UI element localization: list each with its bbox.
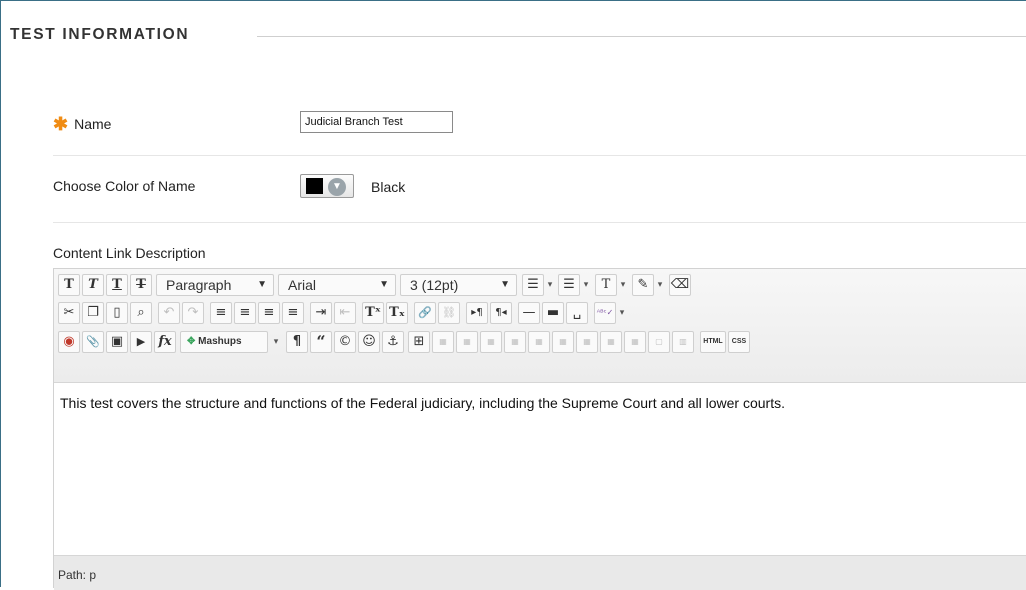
text-color-button[interactable]: T bbox=[595, 274, 617, 296]
element-path: Path: p bbox=[58, 568, 97, 582]
rich-text-editor: T T T T Paragraph ▼ Arial ▼ 3 (12pt) ▼ ☰ ▾ … bbox=[53, 268, 1026, 590]
delete-row-icon[interactable]: ▦ bbox=[552, 331, 574, 353]
css-editor-button[interactable]: CSS bbox=[728, 331, 750, 353]
ltr-button[interactable]: ▸¶ bbox=[466, 302, 488, 324]
font-family-select[interactable]: Arial ▼ bbox=[278, 274, 396, 296]
split-cells-icon[interactable]: ▢ bbox=[648, 331, 670, 353]
page-frame: TEST INFORMATION ✱ Name Choose Color of N… bbox=[0, 0, 1026, 590]
merge-cells-icon[interactable]: ▥ bbox=[672, 331, 694, 353]
insert-column-after-icon[interactable]: ▦ bbox=[600, 331, 622, 353]
paragraph-mark-button[interactable]: ¶ bbox=[286, 331, 308, 353]
blockquote-button[interactable]: “ bbox=[310, 331, 332, 353]
eraser-button[interactable]: ⌫ bbox=[669, 274, 691, 296]
description-label: Content Link Description bbox=[53, 245, 206, 261]
font-size-value: 3 (12pt) bbox=[410, 277, 459, 293]
mashups-label: Mashups bbox=[198, 336, 242, 347]
nonbreaking-space-button[interactable]: ␣ bbox=[566, 302, 588, 324]
insert-table-button[interactable]: ⊞ bbox=[408, 331, 430, 353]
strikethrough-button[interactable]: T bbox=[130, 274, 152, 296]
anchor-button[interactable]: ⚓ bbox=[382, 331, 404, 353]
name-label: Name bbox=[74, 116, 112, 132]
horizontal-rule-button[interactable]: — bbox=[518, 302, 540, 324]
insert-row-before-icon[interactable]: ▦ bbox=[504, 331, 526, 353]
underline-button[interactable]: T bbox=[106, 274, 128, 296]
selected-color-text: Black bbox=[371, 179, 406, 195]
subscript-button[interactable]: Tₓ bbox=[386, 302, 408, 324]
name-label-group: ✱ Name bbox=[53, 113, 111, 134]
row-properties-icon[interactable]: ▦ bbox=[456, 331, 478, 353]
redo-button[interactable]: ↷ bbox=[182, 302, 204, 324]
name-input[interactable] bbox=[300, 111, 453, 133]
name-row: ✱ Name bbox=[53, 111, 1026, 156]
undo-button[interactable]: ↶ bbox=[158, 302, 180, 324]
paragraph-format-select[interactable]: Paragraph ▼ bbox=[156, 274, 274, 296]
math-editor-button[interactable]: fx bbox=[154, 331, 176, 353]
color-swatch bbox=[306, 178, 323, 194]
font-size-select[interactable]: 3 (12pt) ▼ bbox=[400, 274, 517, 296]
cut-button[interactable]: ✂ bbox=[58, 302, 80, 324]
superscript-button[interactable]: Tˣ bbox=[362, 302, 384, 324]
rtl-button[interactable]: ¶◂ bbox=[490, 302, 512, 324]
table-properties-icon[interactable]: ▦ bbox=[432, 331, 454, 353]
section-header: TEST INFORMATION bbox=[1, 25, 1026, 49]
copyright-button[interactable]: © bbox=[334, 331, 356, 353]
record-button[interactable]: ◉ bbox=[58, 331, 80, 353]
text-color-dropdown[interactable]: ▾ bbox=[617, 274, 629, 296]
emoticon-button[interactable]: ☺ bbox=[358, 331, 380, 353]
indent-button[interactable]: ⇥ bbox=[310, 302, 332, 324]
italic-button[interactable]: T bbox=[82, 274, 104, 296]
mashups-icon: ✥ bbox=[187, 336, 196, 347]
align-right-button[interactable]: ≡ bbox=[258, 302, 280, 324]
paragraph-format-value: Paragraph bbox=[166, 277, 232, 293]
insert-media-button[interactable]: ▶ bbox=[130, 331, 152, 353]
find-button[interactable]: ⌕ bbox=[130, 302, 152, 324]
attach-file-button[interactable]: 📎 bbox=[82, 331, 104, 353]
mashups-select[interactable]: ✥ Mashups bbox=[180, 331, 268, 353]
chevron-down-icon: ▼ bbox=[379, 279, 389, 290]
color-row: Choose Color of Name ▼ Black bbox=[53, 166, 1026, 223]
editor-toolbar: T T T T Paragraph ▼ Arial ▼ 3 (12pt) ▼ ☰ ▾ … bbox=[54, 269, 1026, 383]
bullet-list-dropdown[interactable]: ▾ bbox=[544, 274, 556, 296]
editor-content-text[interactable]: This test covers the structure and funct… bbox=[60, 395, 785, 411]
align-center-button[interactable]: ≡ bbox=[234, 302, 256, 324]
mashups-dropdown[interactable]: ▾ bbox=[270, 331, 282, 353]
color-picker-button[interactable]: ▼ bbox=[300, 174, 354, 198]
chevron-down-icon: ▼ bbox=[257, 279, 267, 290]
align-left-button[interactable]: ≡ bbox=[210, 302, 232, 324]
bullet-list-button[interactable]: ☰ bbox=[522, 274, 544, 296]
copy-button[interactable]: ❐ bbox=[82, 302, 104, 324]
section-title: TEST INFORMATION bbox=[10, 26, 190, 43]
bold-button[interactable]: T bbox=[58, 274, 80, 296]
thick-rule-button[interactable]: ▬ bbox=[542, 302, 564, 324]
spellcheck-dropdown[interactable]: ▾ bbox=[616, 302, 628, 324]
html-source-button[interactable]: HTML bbox=[700, 331, 726, 353]
spellcheck-button[interactable]: ᴬᴮᶜ✓ bbox=[594, 302, 616, 324]
unlink-button[interactable]: ⛓ bbox=[438, 302, 460, 324]
insert-column-before-icon[interactable]: ▦ bbox=[576, 331, 598, 353]
justify-button[interactable]: ≡ bbox=[282, 302, 304, 324]
highlight-dropdown[interactable]: ▾ bbox=[654, 274, 666, 296]
paste-button[interactable]: ▯ bbox=[106, 302, 128, 324]
required-icon: ✱ bbox=[53, 114, 69, 134]
delete-column-icon[interactable]: ▦ bbox=[624, 331, 646, 353]
numbered-list-dropdown[interactable]: ▾ bbox=[580, 274, 592, 296]
editor-content-area[interactable]: This test covers the structure and funct… bbox=[54, 383, 1026, 555]
outdent-button[interactable]: ⇤ bbox=[334, 302, 356, 324]
insert-image-button[interactable]: ▣ bbox=[106, 331, 128, 353]
highlight-button[interactable]: ✎ bbox=[632, 274, 654, 296]
color-label: Choose Color of Name bbox=[53, 178, 196, 194]
chevron-down-icon: ▼ bbox=[500, 279, 510, 290]
insert-row-after-icon[interactable]: ▦ bbox=[528, 331, 550, 353]
section-divider bbox=[257, 36, 1026, 37]
cell-properties-icon[interactable]: ▦ bbox=[480, 331, 502, 353]
editor-status-bar: Path: p bbox=[54, 555, 1026, 590]
link-button[interactable]: 🔗 bbox=[414, 302, 436, 324]
chevron-down-icon: ▼ bbox=[328, 178, 346, 196]
font-family-value: Arial bbox=[288, 277, 317, 293]
numbered-list-button[interactable]: ☰ bbox=[558, 274, 580, 296]
